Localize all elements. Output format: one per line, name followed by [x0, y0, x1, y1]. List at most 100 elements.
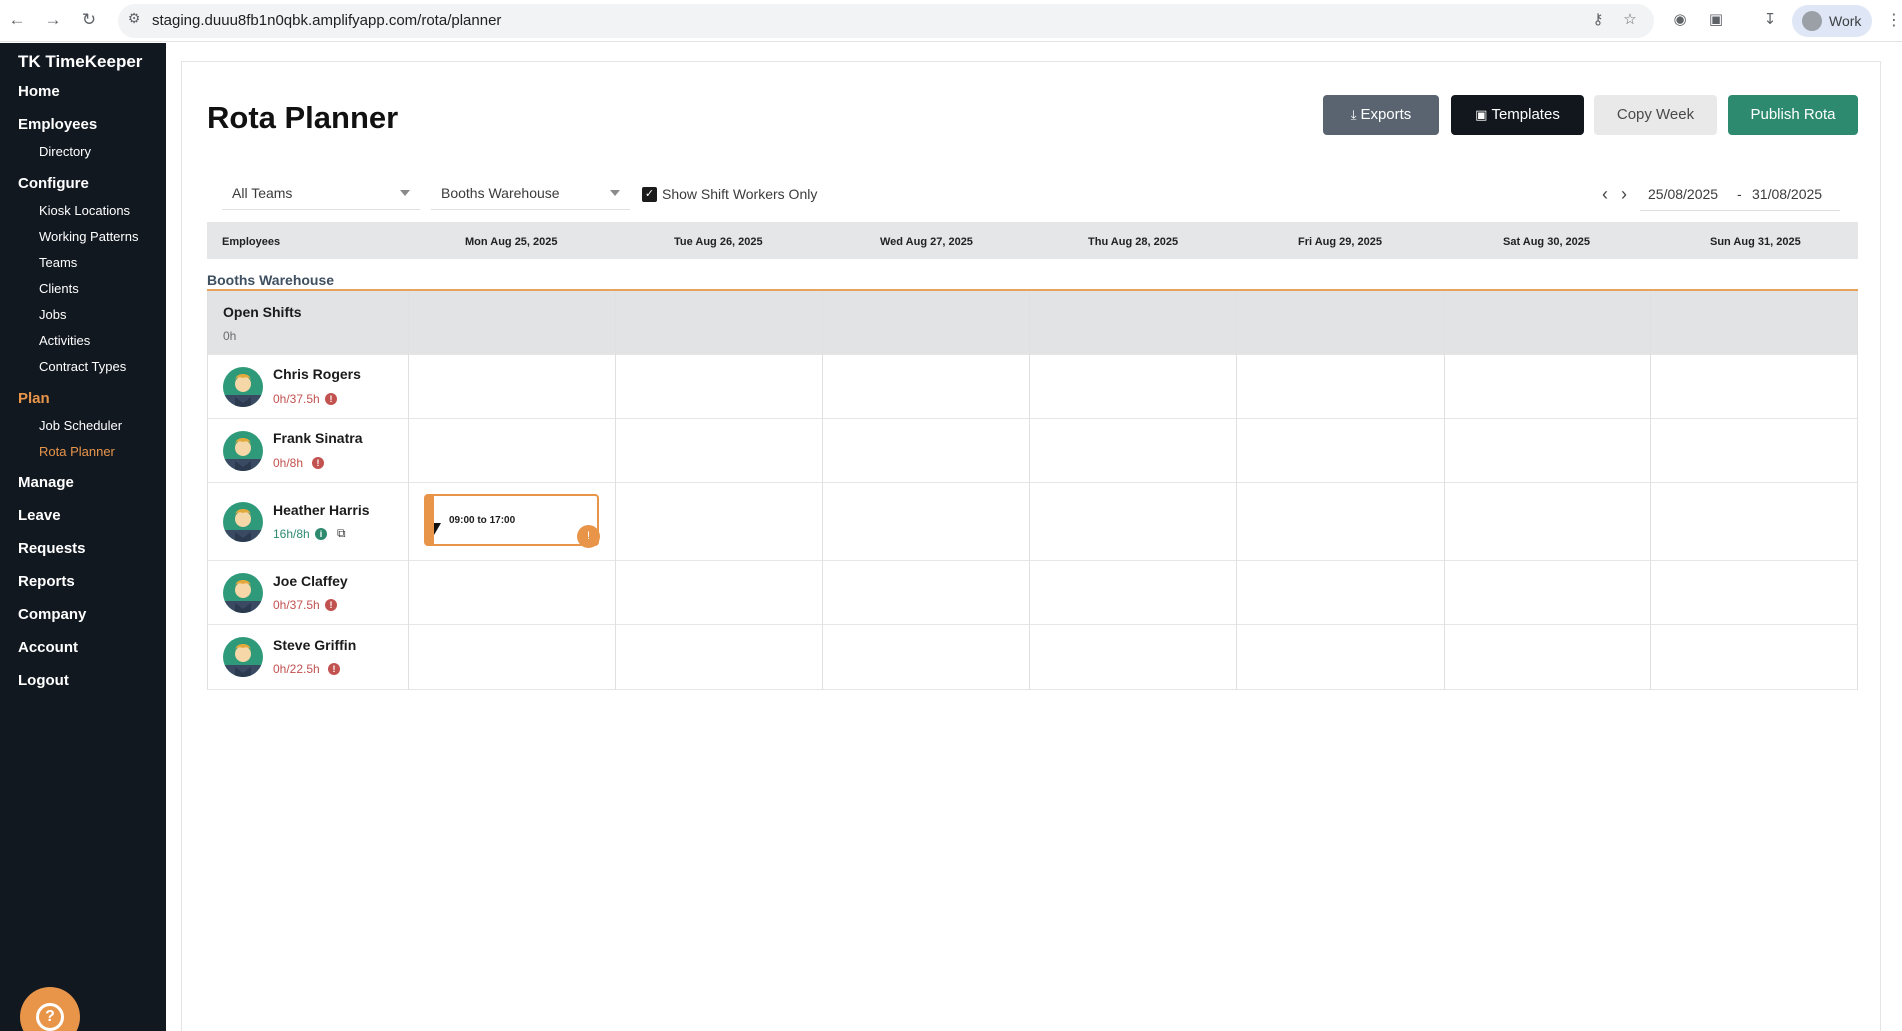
prev-week-icon[interactable]: ‹: [1602, 184, 1608, 205]
warning-icon[interactable]: !: [325, 393, 337, 405]
sidebar-item-contract-types[interactable]: Contract Types: [39, 359, 126, 374]
sidebar-item-job-scheduler[interactable]: Job Scheduler: [39, 418, 122, 433]
reload-icon[interactable]: ↻: [80, 11, 98, 29]
date-end[interactable]: 31/08/2025: [1752, 186, 1822, 202]
employee-name[interactable]: Heather Harris: [273, 502, 370, 518]
question-icon: ?: [36, 1003, 64, 1031]
column-header-employees: Employees: [222, 236, 281, 248]
employee-name[interactable]: Joe Claffey: [273, 573, 348, 589]
grid-column-divider: [1029, 291, 1030, 690]
employee-hours: 0h/8h: [273, 456, 304, 470]
sidebar-section-account[interactable]: Account: [18, 639, 78, 656]
save-icon: ▣: [1475, 107, 1488, 122]
brand-logo[interactable]: TK TimeKeeper: [18, 52, 142, 72]
extension-shield-icon[interactable]: ◉: [1670, 10, 1690, 30]
warning-icon[interactable]: !: [312, 457, 324, 469]
grid-border-left: [207, 291, 208, 690]
exports-button[interactable]: ⤓ Exports: [1323, 95, 1439, 135]
column-header-tue: Tue Aug 26, 2025: [674, 236, 763, 248]
back-icon[interactable]: ←: [8, 11, 26, 29]
profile-label: Work: [1829, 13, 1862, 29]
date-start[interactable]: 25/08/2025: [1648, 186, 1718, 202]
sidebar-section-employees[interactable]: Employees: [18, 116, 97, 133]
next-week-icon[interactable]: ›: [1621, 184, 1627, 205]
sidebar-section-manage[interactable]: Manage: [18, 474, 74, 491]
avatar: [223, 573, 263, 613]
site-select-value: Booths Warehouse: [441, 185, 560, 201]
copy-icon[interactable]: ⧉: [337, 527, 350, 540]
employee-hours: 0h/37.5h: [273, 598, 320, 612]
sidebar-section-leave[interactable]: Leave: [18, 507, 61, 524]
sidebar-section-logout[interactable]: Logout: [18, 672, 69, 689]
sidebar-section-configure[interactable]: Configure: [18, 175, 89, 192]
chevron-down-icon: [610, 190, 620, 196]
profile-avatar: [1802, 11, 1822, 31]
grid-column-divider: [1444, 291, 1445, 690]
copy-week-button[interactable]: Copy Week: [1594, 95, 1717, 135]
download-icon[interactable]: ↧: [1760, 10, 1780, 30]
site-controls-icon[interactable]: ⚙: [124, 10, 144, 30]
employee-name[interactable]: Chris Rogers: [273, 366, 361, 382]
sidebar-item-teams[interactable]: Teams: [39, 255, 77, 270]
open-shifts-row: [207, 291, 1858, 355]
sidebar-section-requests[interactable]: Requests: [18, 540, 86, 557]
extensions-puzzle-icon[interactable]: ▣: [1706, 10, 1726, 30]
password-key-icon[interactable]: ⚷: [1588, 10, 1608, 30]
employee-hours: 0h/37.5h: [273, 392, 320, 406]
grid-column-divider: [1650, 291, 1651, 690]
browser-toolbar: ← → ↻ ⚙ staging.duuu8fb1n0qbk.amplifyapp…: [0, 0, 1902, 42]
column-header-sat: Sat Aug 30, 2025: [1503, 236, 1591, 248]
date-separator: -: [1737, 186, 1742, 202]
bookmark-star-icon[interactable]: ☆: [1620, 10, 1640, 30]
warning-icon[interactable]: !: [328, 663, 340, 675]
sidebar-item-rota-planner[interactable]: Rota Planner: [39, 444, 115, 459]
teams-select-value: All Teams: [232, 185, 293, 201]
grid-column-divider: [615, 291, 616, 690]
column-header-wed: Wed Aug 27, 2025: [880, 236, 973, 248]
sidebar-item-activities[interactable]: Activities: [39, 333, 90, 348]
grid-column-divider: [408, 291, 409, 690]
column-header-sun: Sun Aug 31, 2025: [1710, 236, 1801, 248]
shift-time: 09:00 to 17:00: [449, 515, 516, 526]
info-icon[interactable]: i: [315, 528, 327, 540]
group-label: Booths Warehouse: [207, 272, 335, 288]
sidebar-section-plan[interactable]: Plan: [18, 390, 50, 407]
column-header-thu: Thu Aug 28, 2025: [1088, 236, 1179, 248]
grid-column-divider: [822, 291, 823, 690]
column-header-mon: Mon Aug 25, 2025: [465, 236, 558, 248]
sidebar-item-kiosk-locations[interactable]: Kiosk Locations: [39, 203, 130, 218]
table-row: [207, 625, 1858, 690]
browser-menu-icon[interactable]: ⋮: [1886, 10, 1902, 30]
publish-rota-button[interactable]: Publish Rota: [1728, 95, 1858, 135]
employee-name[interactable]: Steve Griffin: [273, 637, 356, 653]
templates-label: Templates: [1491, 106, 1560, 123]
sidebar-item-clients[interactable]: Clients: [39, 281, 79, 296]
date-range-underline: [1640, 210, 1840, 211]
shift-workers-label[interactable]: Show Shift Workers Only: [662, 186, 817, 202]
column-header-fri: Fri Aug 29, 2025: [1298, 236, 1382, 248]
sidebar-item-jobs[interactable]: Jobs: [39, 307, 66, 322]
table-row: [207, 419, 1858, 483]
sidebar-item-working-patterns[interactable]: Working Patterns: [39, 229, 138, 244]
grid-border-right: [1857, 291, 1858, 690]
site-select[interactable]: Booths Warehouse: [431, 178, 630, 210]
sidebar-section-home[interactable]: Home: [18, 83, 60, 100]
help-button[interactable]: ?: [20, 987, 80, 1031]
shift-card[interactable]: 09:00 to 17:00: [424, 494, 599, 546]
employee-name[interactable]: Frank Sinatra: [273, 430, 362, 446]
templates-button[interactable]: ▣ Templates: [1451, 95, 1584, 135]
sidebar-section-company[interactable]: Company: [18, 606, 86, 623]
forward-icon[interactable]: →: [44, 11, 62, 29]
page-title: Rota Planner: [207, 100, 399, 135]
sidebar-item-directory[interactable]: Directory: [39, 144, 91, 159]
sidebar-section-reports[interactable]: Reports: [18, 573, 75, 590]
download-icon: ⤓: [1350, 107, 1357, 122]
table-row: [207, 355, 1858, 419]
url-text[interactable]: staging.duuu8fb1n0qbk.amplifyapp.com/rot…: [152, 12, 501, 29]
shift-warning-icon[interactable]: !: [577, 525, 600, 548]
shift-workers-checkbox[interactable]: ✓: [642, 187, 657, 202]
avatar: [223, 637, 263, 677]
teams-select[interactable]: All Teams: [222, 178, 420, 210]
warning-icon[interactable]: !: [325, 599, 337, 611]
avatar: [223, 502, 263, 542]
